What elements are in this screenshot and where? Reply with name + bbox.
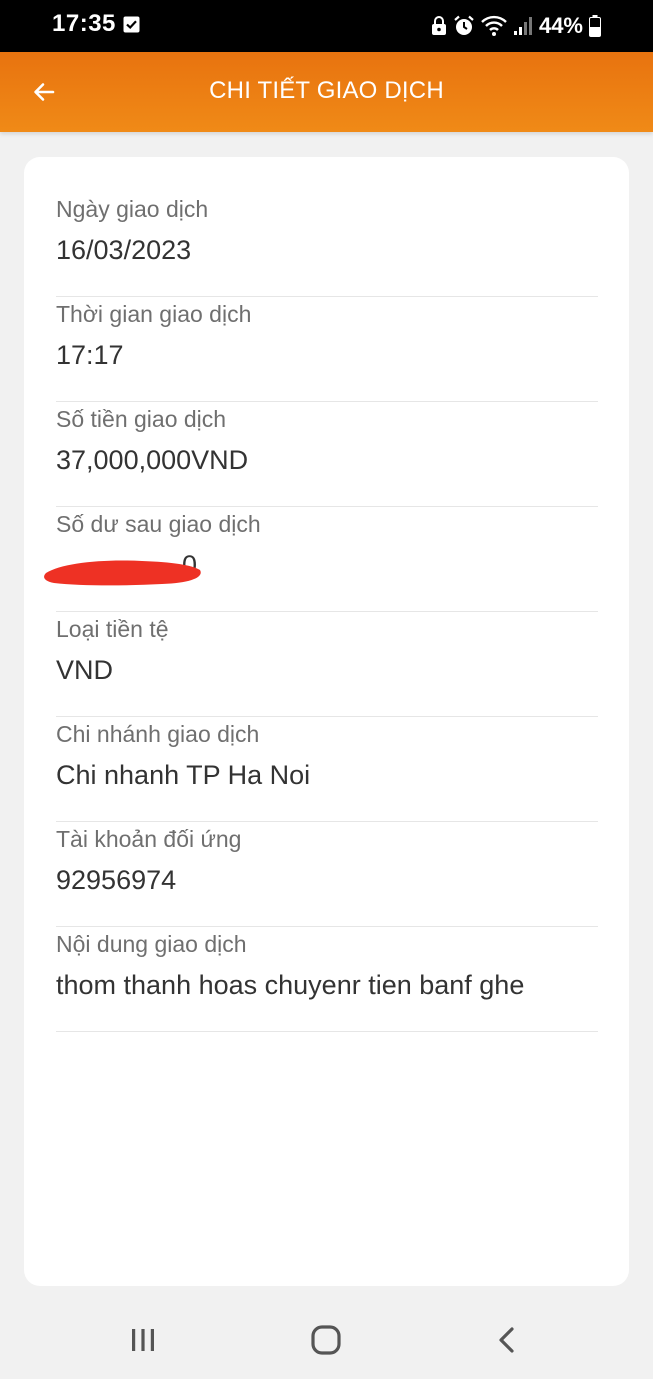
home-icon (311, 1325, 341, 1355)
system-back-button[interactable] (488, 1322, 528, 1358)
status-indicators: 44% (431, 12, 601, 40)
battery-icon (589, 15, 601, 37)
lock-icon (431, 16, 446, 35)
detail-value: 17:17 (56, 340, 124, 370)
detail-value: 37,000,000VND (56, 445, 249, 475)
detail-label: Ngày giao dịch (56, 196, 209, 222)
detail-label: Tài khoản đối ứng (56, 826, 242, 852)
detail-label: Chi nhánh giao dịch (56, 721, 260, 747)
detail-label: Loại tiền tệ (56, 616, 169, 642)
recent-apps-icon (132, 1329, 154, 1351)
page-title: CHI TIẾT GIAO DỊCH (209, 77, 444, 104)
detail-value: thom thanh hoas chuyenr tien banf ghe (56, 970, 525, 1000)
detail-row-transaction-amount: Số tiền giao dịch 37,000,000VND (56, 404, 598, 507)
detail-value: VND (56, 655, 114, 685)
detail-label: Thời gian giao dịch (56, 301, 252, 327)
detail-row-counter-account: Tài khoản đối ứng 92956974 (56, 824, 598, 927)
status-bar: 17:35 44% (0, 0, 653, 52)
status-time: 17:35 (52, 10, 116, 37)
transaction-detail-card: Ngày giao dịch 16/03/2023 Thời gian giao… (24, 157, 629, 1286)
detail-row-description: Nội dung giao dịch thom thanh hoas chuye… (56, 929, 598, 1032)
detail-value: 92956974 (56, 865, 177, 895)
detail-row-transaction-date: Ngày giao dịch 16/03/2023 (56, 194, 598, 297)
detail-value: 16/03/2023 (56, 235, 192, 265)
alarm-icon (454, 15, 474, 35)
detail-row-currency: Loại tiền tệ VND (56, 614, 598, 717)
detail-label: Số tiền giao dịch (56, 406, 227, 432)
detail-label: Số dư sau giao dịch (56, 511, 261, 537)
system-navigation-bar (0, 1300, 653, 1379)
home-button[interactable] (306, 1322, 346, 1358)
checkbox-notification-icon (123, 16, 140, 33)
detail-row-transaction-time: Thời gian giao dịch 17:17 (56, 299, 598, 402)
detail-value: Chi nhanh TP Ha Noi (56, 760, 311, 790)
battery-percentage: 44% (538, 13, 583, 38)
chevron-left-icon (499, 1327, 514, 1353)
app-bar: CHI TIẾT GIAO DỊCH (0, 52, 653, 132)
detail-list: Ngày giao dịch 16/03/2023 Thời gian giao… (44, 194, 598, 1034)
wifi-icon (481, 15, 507, 36)
detail-row-balance-after: Số dư sau giao dịch 0 (44, 509, 598, 612)
detail-label: Nội dung giao dịch (56, 931, 247, 957)
detail-row-branch: Chi nhánh giao dịch Chi nhanh TP Ha Noi (56, 719, 598, 822)
redaction-mark (44, 560, 201, 586)
signal-icon (513, 17, 532, 35)
recent-apps-button[interactable] (123, 1322, 163, 1358)
